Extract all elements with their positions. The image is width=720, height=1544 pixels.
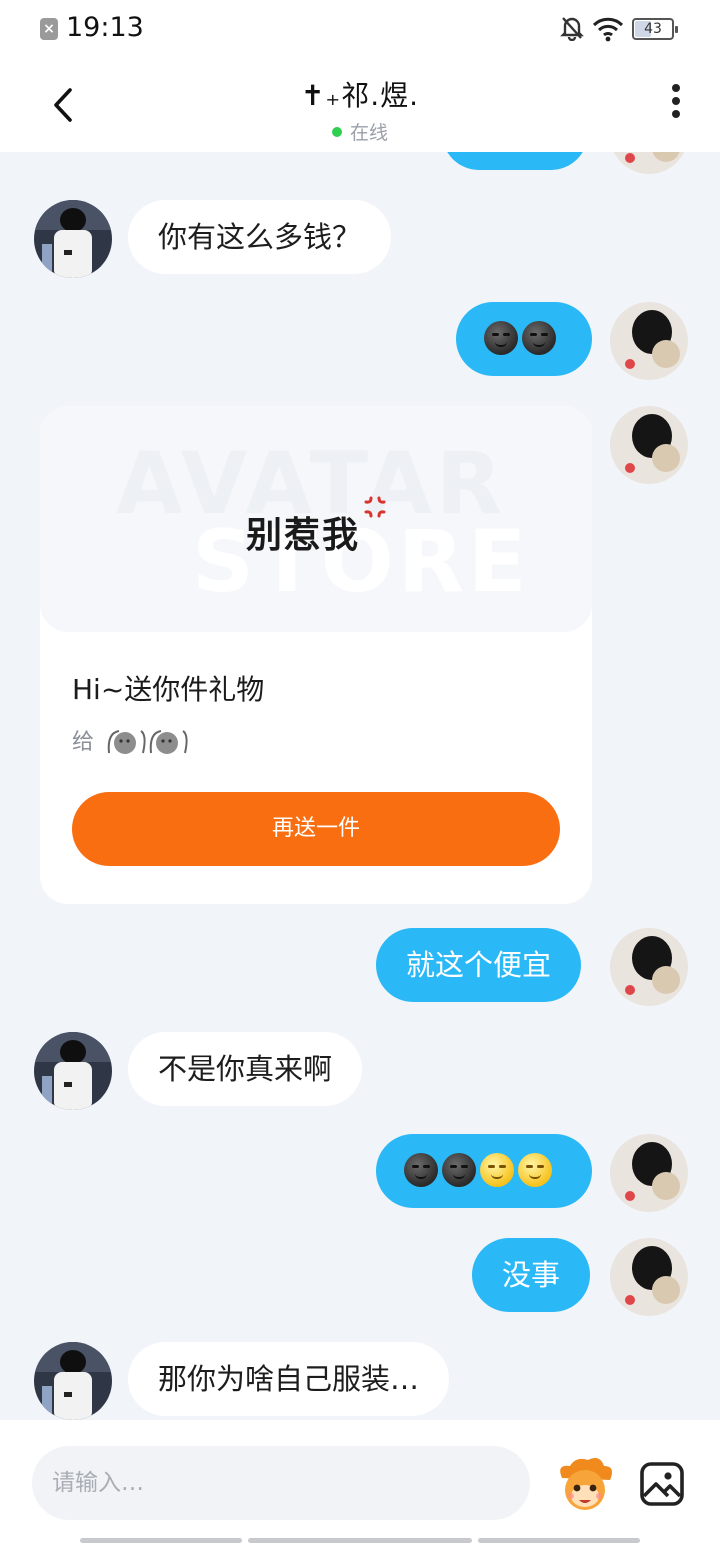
nav-gesture-bar [478,1538,640,1543]
my-avatar[interactable] [610,1238,688,1316]
incoming-message[interactable]: 那你为啥自己服装… [128,1342,450,1416]
resend-gift-button[interactable]: 再送一件 [72,792,560,866]
outgoing-emoji-message[interactable] [456,302,592,376]
my-avatar[interactable] [610,302,688,380]
status-time: 19:13 [66,12,144,43]
gift-to-label: 给 [72,730,95,755]
contact-avatar[interactable] [34,200,112,278]
wifi-icon [592,17,624,42]
notification-close-icon: × [40,18,58,40]
incoming-message[interactable]: 不是你真来啊 [128,1032,363,1106]
mute-bell-icon [560,17,584,41]
mascot-sticker-icon[interactable] [554,1456,616,1516]
new-moon-face-icon [442,1153,476,1187]
sun-face-icon [518,1153,552,1187]
my-avatar[interactable] [610,928,688,1006]
battery-level: 43 [644,21,662,37]
outgoing-message[interactable]: 就这个便宜 [376,928,582,1002]
my-avatar[interactable] [610,406,688,484]
message-input[interactable] [32,1446,530,1520]
status-bar: × 19:13 43 [0,0,720,58]
gift-recipient: 给 [72,724,191,757]
outgoing-message[interactable]: 没事 [472,1238,591,1312]
chat-header: ✝₊祁.煜. 在线 [0,58,720,152]
anger-mark-icon [364,496,386,518]
new-moon-face-icon [484,321,518,355]
more-vertical-icon[interactable] [664,84,688,128]
online-status-label: 在线 [349,122,388,144]
online-status: 在线 [0,118,720,145]
my-avatar[interactable] [610,1134,688,1212]
contact-name: ✝₊祁.煜. [300,79,420,112]
message-list[interactable]: 你有这么多钱？ AVATAR STORE 别惹我 Hi~送你件礼物 给 再送一件… [0,152,720,1420]
contact-info[interactable]: ✝₊祁.煜. 在线 [0,74,720,145]
outgoing-message-partial[interactable] [442,152,588,170]
incoming-message[interactable]: 你有这么多钱？ [128,200,392,274]
composer-bar [0,1420,720,1544]
contact-avatar[interactable] [34,1342,112,1420]
sun-face-icon [480,1153,514,1187]
new-moon-face-icon [522,321,556,355]
nav-gesture-bar [80,1538,242,1543]
online-dot-icon [331,127,342,137]
my-avatar[interactable] [610,152,688,174]
outgoing-emoji-message[interactable] [376,1134,592,1208]
gift-card[interactable]: AVATAR STORE 别惹我 Hi~送你件礼物 给 再送一件 [40,406,592,904]
gift-sticker-text: 别惹我 [246,515,361,556]
gift-image: AVATAR STORE 别惹我 [40,406,592,632]
image-icon[interactable] [638,1460,686,1508]
battery-indicator: 43 [632,18,678,40]
gift-title: Hi~送你件礼物 [72,673,265,706]
nav-gesture-bar [248,1538,472,1543]
recipient-emoji-icon [107,730,188,754]
watermark-text: STORE [192,512,531,612]
new-moon-face-icon [404,1153,438,1187]
contact-avatar[interactable] [34,1032,112,1110]
